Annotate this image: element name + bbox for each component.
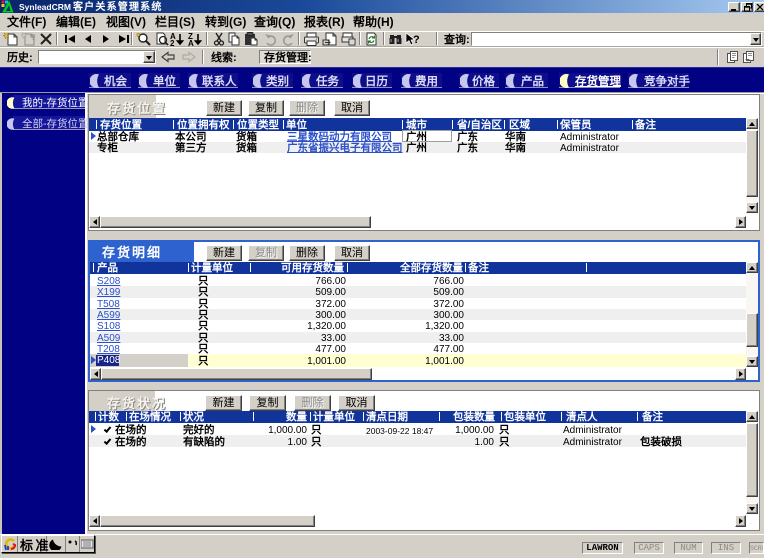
svg-text:?: ? — [413, 34, 420, 46]
svg-text:?: ? — [31, 33, 36, 42]
svg-text:A: A — [188, 39, 194, 46]
svg-text:2: 2 — [170, 39, 175, 46]
